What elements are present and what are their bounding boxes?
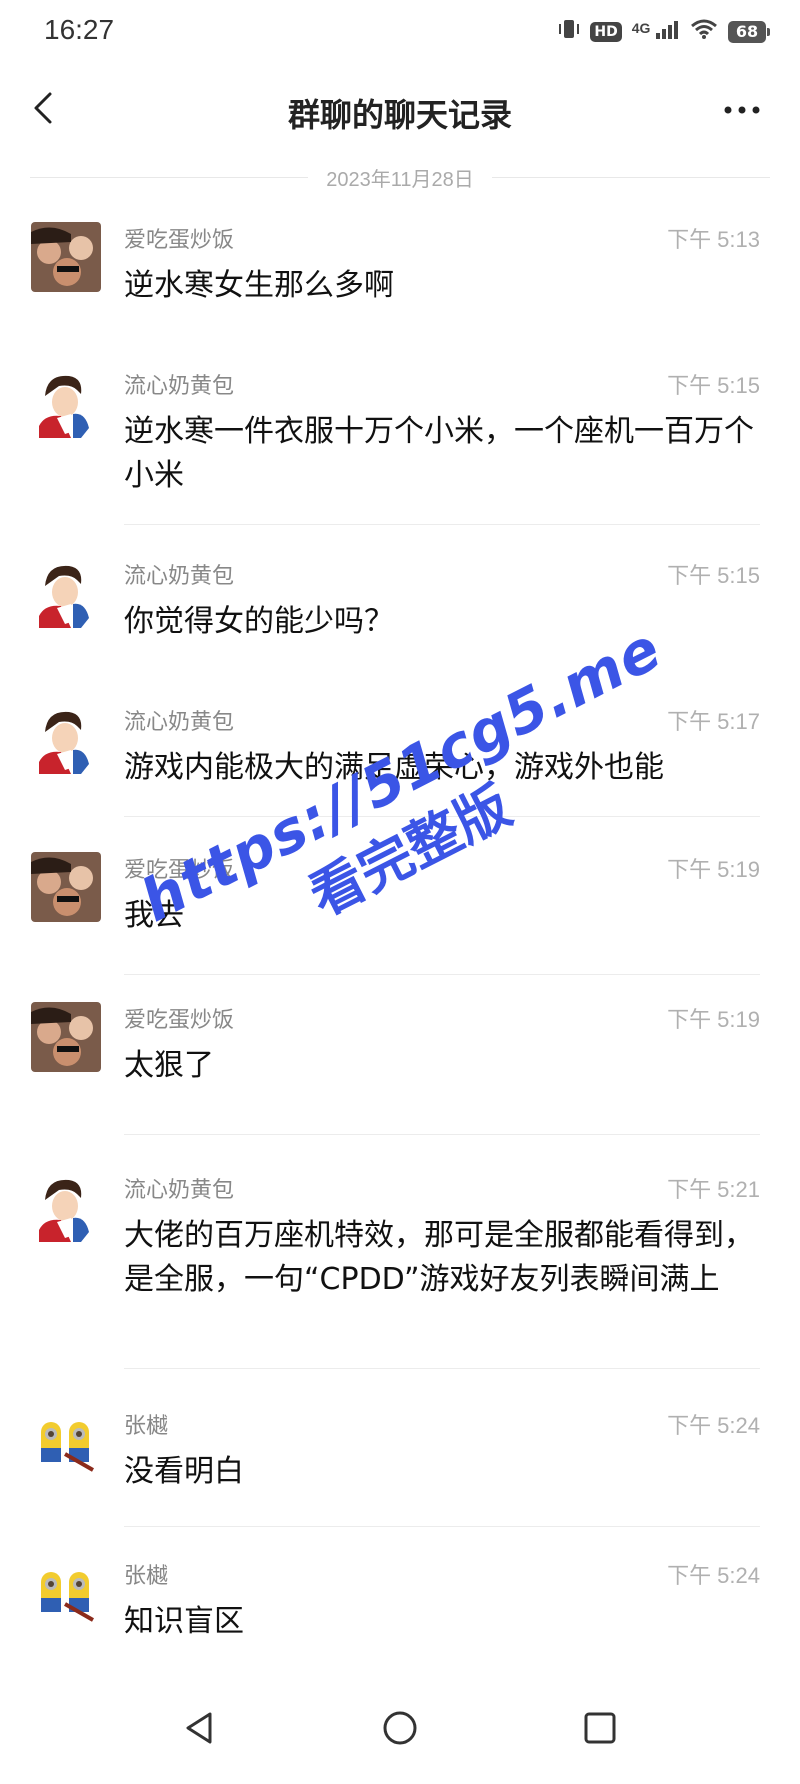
date-label: 2023年11月28日 (326, 168, 474, 191)
sender-name: 张樾 (124, 1414, 169, 1439)
message-time: 下午 5:17 (667, 709, 760, 734)
message-time: 下午 5:19 (667, 857, 760, 882)
message-text: 知识盲区 (124, 1604, 244, 1639)
message-time: 下午 5:24 (667, 1563, 760, 1588)
divider-line (491, 176, 770, 178)
sender-name: 流心奶黄包 (124, 374, 235, 399)
vibrate-icon (558, 18, 580, 46)
page-title: 群聊的聊天记录 (287, 96, 512, 134)
message-divider (124, 816, 760, 817)
sender-name: 张樾 (124, 1564, 169, 1589)
message-divider (124, 1526, 760, 1527)
cartoon-prince-avatar[interactable] (31, 558, 101, 628)
message-text: 逆水寒女生那么多啊 (124, 268, 394, 303)
network-label: 4G (631, 19, 651, 36)
header: 群聊的聊天记录 (0, 70, 800, 150)
triangle-back-icon (186, 1712, 212, 1744)
message-item[interactable]: 爱吃蛋炒饭 下午 5:13 逆水寒女生那么多啊 (0, 222, 800, 322)
chat-history-screen: 16:27 HD 4G 68 群聊的聊天记录 2023年11月28日 爱吃蛋炒饭… (0, 0, 800, 1784)
message-time: 下午 5:15 (667, 373, 760, 398)
sender-name: 爱吃蛋炒饭 (124, 228, 235, 253)
group-photo-avatar[interactable] (31, 222, 101, 292)
battery-icon: 68 (728, 21, 770, 43)
message-item[interactable]: 流心奶黄包 下午 5:15 逆水寒一件衣服十万个小米，一个座机一百万个小米 (0, 368, 800, 528)
message-time: 下午 5:21 (667, 1177, 760, 1202)
message-text: 大佬的百万座机特效，那可是全服都能看得到，是全服，一句“CPDD”游戏好友列表瞬… (124, 1218, 754, 1297)
message-time: 下午 5:19 (667, 1007, 760, 1032)
more-horizontal-icon (724, 106, 760, 114)
wifi-icon (690, 18, 718, 46)
message-item[interactable]: 张樾 下午 5:24 没看明白 (0, 1408, 800, 1528)
group-photo-avatar[interactable] (31, 852, 101, 922)
divider-line (30, 176, 309, 178)
message-item[interactable]: 流心奶黄包 下午 5:15 你觉得女的能少吗？ (0, 558, 800, 658)
message-divider (124, 524, 760, 525)
message-text: 逆水寒一件衣服十万个小米，一个座机一百万个小米 (124, 414, 754, 493)
message-item[interactable]: 流心奶黄包 下午 5:17 游戏内能极大的满足虚荣心，游戏外也能 (0, 704, 800, 824)
status-time: 16:27 (44, 14, 115, 45)
message-divider (124, 1134, 760, 1135)
sender-name: 流心奶黄包 (124, 1178, 235, 1203)
cartoon-prince-avatar[interactable] (31, 704, 101, 774)
hd-badge: HD (590, 22, 622, 42)
sender-name: 流心奶黄包 (124, 564, 235, 589)
message-text: 我去 (124, 898, 184, 933)
message-time: 下午 5:15 (667, 563, 760, 588)
nav-recents-button[interactable] (576, 1704, 624, 1752)
message-divider (124, 1368, 760, 1369)
square-recents-icon (584, 1712, 616, 1744)
sender-name: 流心奶黄包 (124, 710, 235, 735)
message-item[interactable]: 爱吃蛋炒饭 下午 5:19 太狠了 (0, 1002, 800, 1135)
status-bar: 16:27 HD 4G 68 (0, 0, 800, 60)
cartoon-prince-avatar[interactable] (31, 368, 101, 438)
message-item[interactable]: 张樾 下午 5:24 知识盲区 (0, 1558, 800, 1658)
message-item[interactable]: 爱吃蛋炒饭 下午 5:19 我去 (0, 852, 800, 975)
nav-back-button[interactable] (176, 1704, 224, 1752)
message-item[interactable]: 流心奶黄包 下午 5:21 大佬的百万座机特效，那可是全服都能看得到，是全服，一… (0, 1172, 800, 1372)
system-navbar (0, 1674, 800, 1784)
sender-name: 爱吃蛋炒饭 (124, 858, 235, 883)
message-text: 太狠了 (124, 1048, 214, 1083)
message-text: 没看明白 (124, 1454, 244, 1489)
cartoon-prince-avatar[interactable] (31, 1172, 101, 1242)
circle-home-icon (383, 1711, 417, 1745)
sender-name: 爱吃蛋炒饭 (124, 1008, 235, 1033)
more-button[interactable] (718, 90, 766, 130)
message-divider (124, 974, 760, 975)
message-time: 下午 5:24 (667, 1413, 760, 1438)
message-time: 下午 5:13 (667, 227, 760, 252)
status-icons: HD 4G 68 (558, 18, 770, 46)
message-text: 你觉得女的能少吗？ (124, 604, 394, 639)
message-text: 游戏内能极大的满足虚荣心，游戏外也能 (124, 750, 664, 785)
group-photo-avatar[interactable] (31, 1002, 101, 1072)
minions-avatar[interactable] (31, 1558, 101, 1628)
date-divider: 2023年11月28日 (30, 162, 770, 192)
nav-home-button[interactable] (376, 1704, 424, 1752)
minions-avatar[interactable] (31, 1408, 101, 1478)
signal-icon: 4G (632, 19, 680, 46)
